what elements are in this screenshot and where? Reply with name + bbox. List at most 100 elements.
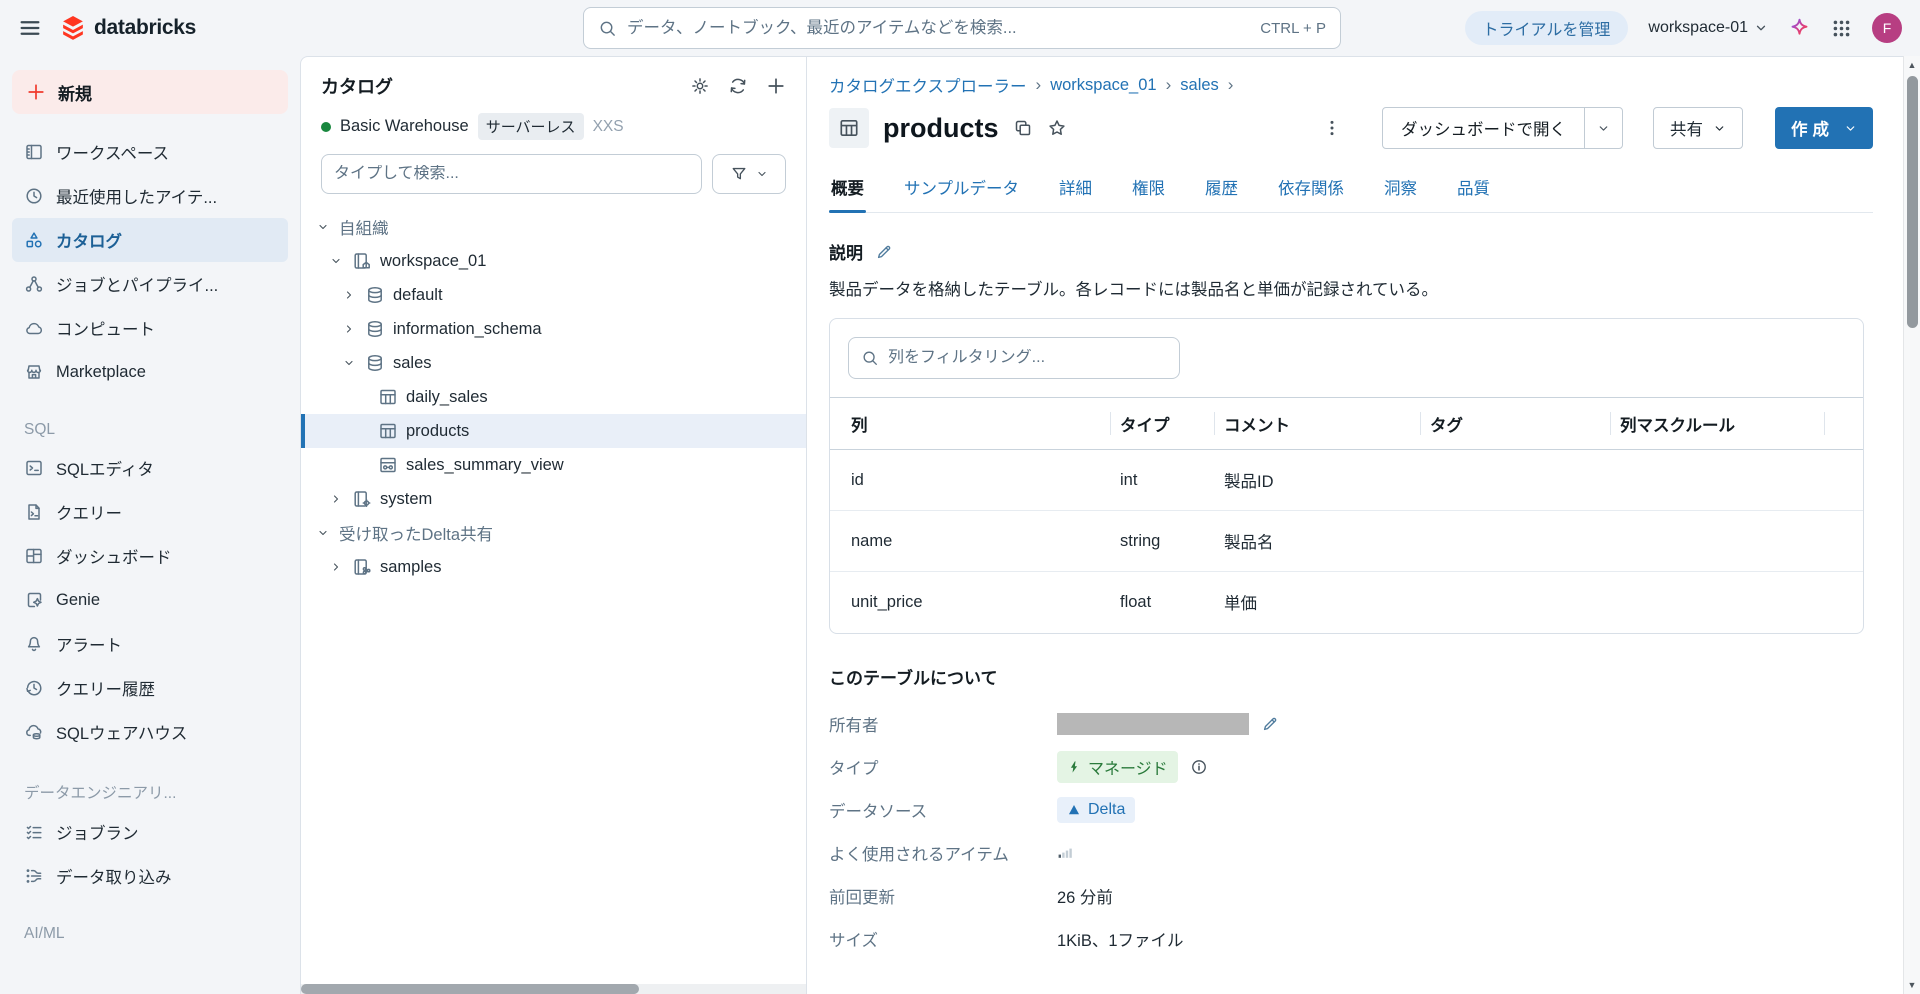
warehouse-status-row[interactable]: Basic Warehouse サーバーレス XXS	[301, 113, 806, 140]
global-search-input[interactable]	[627, 18, 1251, 38]
chevron-down-icon[interactable]	[343, 357, 365, 369]
table-row[interactable]: unit_price float 単価	[830, 572, 1863, 633]
sidebar-item-data-ingestion[interactable]: データ取り込み	[12, 854, 288, 898]
star-icon[interactable]	[1047, 118, 1067, 138]
dashboards-icon	[24, 546, 44, 566]
add-catalog-icon[interactable]	[766, 76, 786, 96]
global-search[interactable]: CTRL + P	[583, 7, 1341, 49]
scroll-up-arrow[interactable]: ▲	[1904, 56, 1920, 74]
databricks-logo[interactable]: databricks	[60, 15, 196, 42]
sidebar-item-sql-editor[interactable]: SQLエディタ	[12, 446, 288, 490]
breadcrumb-link[interactable]: sales	[1180, 76, 1219, 95]
scroll-down-arrow[interactable]: ▼	[1904, 976, 1920, 994]
table-row[interactable]: id int 製品ID	[830, 449, 1863, 511]
tab-3[interactable]: 権限	[1132, 175, 1165, 212]
tab-0[interactable]: 概要	[829, 175, 866, 213]
delta-badge[interactable]: Delta	[1057, 797, 1136, 823]
tree-item-sales[interactable]: sales	[301, 346, 806, 380]
sidebar-item-recents[interactable]: 最近使用したアイテ...	[12, 174, 288, 218]
tree-item-samples[interactable]: samples	[301, 550, 806, 584]
tree-item-受け取ったDelta共有[interactable]: 受け取ったDelta共有	[301, 516, 806, 550]
share-button[interactable]: 共有	[1653, 107, 1743, 149]
column-filter[interactable]	[848, 337, 1180, 379]
about-row: タイプ マネージド	[829, 746, 1873, 789]
breadcrumb-link[interactable]: カタログエクスプローラー	[829, 73, 1027, 97]
vertical-scrollbar[interactable]: ▲ ▼	[1903, 56, 1920, 994]
tree-item-sales_summary_view[interactable]: sales_summary_view	[301, 448, 806, 482]
tree-item-default[interactable]: default	[301, 278, 806, 312]
kebab-menu-icon[interactable]	[1322, 118, 1342, 138]
catalog-gear-icon	[352, 489, 372, 509]
chevron-right-icon[interactable]	[330, 493, 352, 505]
chevron-right-icon[interactable]	[330, 561, 352, 573]
sidebar-item-sql-warehouses[interactable]: SQLウェアハウス	[12, 710, 288, 754]
tab-6[interactable]: 洞察	[1384, 175, 1417, 212]
chevron-right-icon[interactable]	[343, 289, 365, 301]
sidebar-item-queries[interactable]: クエリー	[12, 490, 288, 534]
sidebar-item-catalog[interactable]: カタログ	[12, 218, 288, 262]
tab-5[interactable]: 依存関係	[1278, 175, 1344, 212]
search-icon	[598, 19, 617, 38]
app-grid-icon[interactable]	[1831, 18, 1852, 39]
info-icon[interactable]	[1190, 758, 1208, 776]
warehouse-status-dot	[321, 121, 331, 132]
assistant-sparkle-icon[interactable]	[1788, 17, 1811, 40]
sidebar-item-compute[interactable]: コンピュート	[12, 306, 288, 350]
sidebar-item-dashboards[interactable]: ダッシュボード	[12, 534, 288, 578]
plus-icon	[26, 82, 46, 102]
columns-card: 列タイプコメントタグ列マスクルール idint製品IDnamestring製品名…	[829, 318, 1864, 634]
work-area: カタログ Basic Warehouse サーバーレス XXS タイプして検索.…	[300, 56, 1903, 994]
sidebar-item-marketplace[interactable]: Marketplace	[12, 350, 288, 394]
avatar[interactable]: F	[1872, 13, 1902, 43]
table-icon	[838, 117, 860, 139]
column-filter-input[interactable]	[888, 349, 1167, 367]
sidebar-nav: ワークスペース 最近使用したアイテ... カタログ ジョブとパイプライ... コンピュー…	[12, 130, 288, 943]
horizontal-scrollbar-thumb[interactable]	[301, 984, 640, 994]
tree-item-workspace_01[interactable]: workspace_01	[301, 244, 806, 278]
gear-icon[interactable]	[690, 76, 710, 96]
copy-icon[interactable]	[1013, 118, 1033, 138]
tree-item-products[interactable]: products	[301, 414, 806, 448]
pencil-icon[interactable]	[1261, 715, 1279, 733]
chevron-down-icon[interactable]	[317, 527, 339, 539]
column-header: タイプ	[1110, 397, 1214, 450]
sidebar-item-genie[interactable]: Genie	[12, 578, 288, 622]
pencil-icon[interactable]	[875, 243, 893, 261]
refresh-icon[interactable]	[728, 76, 748, 96]
tree-item-自組織[interactable]: 自組織	[301, 210, 806, 244]
chevron-right-icon[interactable]	[343, 323, 365, 335]
catalog-panel-header: カタログ	[301, 73, 806, 99]
manage-trial-button[interactable]: トライアルを管理	[1464, 11, 1629, 45]
chevron-down-icon[interactable]	[330, 255, 352, 267]
tree-item-information_schema[interactable]: information_schema	[301, 312, 806, 346]
tab-7[interactable]: 品質	[1457, 175, 1490, 212]
sidebar-item-jobs-pipelines[interactable]: ジョブとパイプライ...	[12, 262, 288, 306]
breadcrumb-link[interactable]: workspace_01	[1050, 76, 1156, 95]
sidebar-item-job-runs[interactable]: ジョブラン	[12, 810, 288, 854]
tab-2[interactable]: 詳細	[1059, 175, 1092, 212]
tab-1[interactable]: サンプルデータ	[904, 175, 1019, 212]
new-button[interactable]: 新規	[12, 70, 288, 114]
sidebar-item-workspace[interactable]: ワークスペース	[12, 130, 288, 174]
tree-item-system[interactable]: system	[301, 482, 806, 516]
vertical-scrollbar-thumb[interactable]	[1906, 76, 1918, 328]
workspace-switcher[interactable]: workspace-01	[1648, 19, 1768, 37]
hamburger-menu-icon[interactable]	[18, 16, 42, 40]
sidebar-item-alerts[interactable]: アラート	[12, 622, 288, 666]
breadcrumb-separator: ›	[1227, 75, 1234, 94]
table-icon	[378, 387, 398, 407]
filter-button[interactable]	[712, 154, 786, 194]
tree-item-daily_sales[interactable]: daily_sales	[301, 380, 806, 414]
catalog-search[interactable]	[321, 154, 702, 194]
tab-4[interactable]: 履歴	[1205, 175, 1238, 212]
chevron-down-icon[interactable]	[317, 221, 339, 233]
open-in-dashboard-dropdown[interactable]	[1584, 108, 1622, 148]
sidebar-item-query-history[interactable]: クエリー履歴	[12, 666, 288, 710]
create-button[interactable]: 作成	[1775, 107, 1873, 149]
horizontal-scrollbar[interactable]	[301, 984, 806, 994]
catalog-search-input[interactable]	[334, 165, 689, 183]
chevron-down-icon	[756, 168, 768, 180]
open-in-dashboard-button[interactable]: ダッシュボードで開く	[1383, 108, 1584, 148]
table-row[interactable]: name string 製品名	[830, 510, 1863, 572]
